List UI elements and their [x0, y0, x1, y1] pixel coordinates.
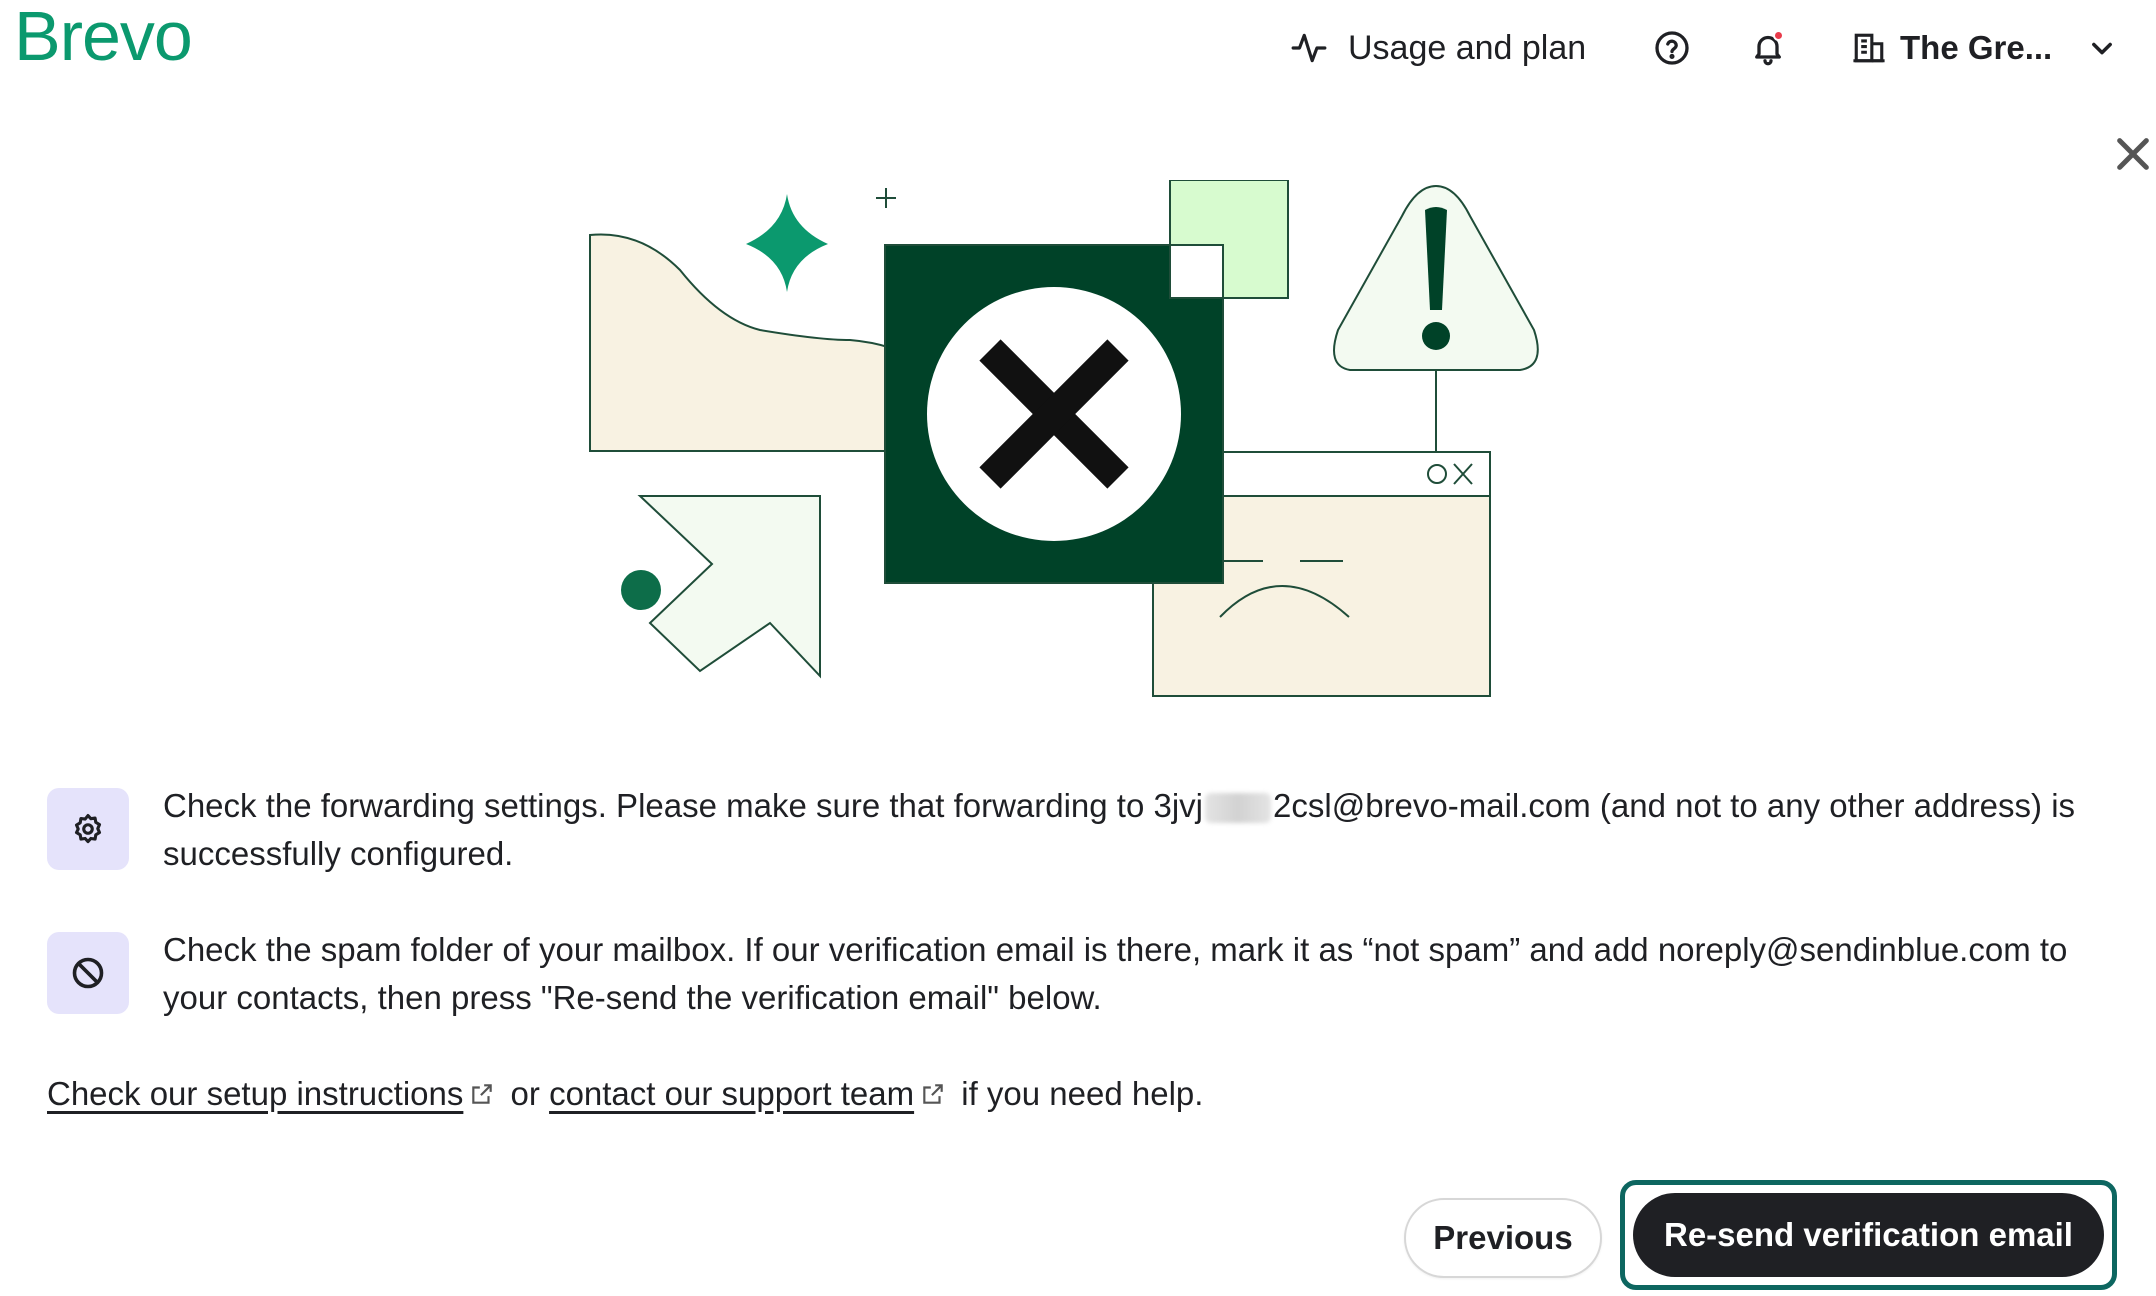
or-text: or — [501, 1075, 550, 1112]
building-icon — [1853, 33, 1885, 63]
resend-focus-ring: Re-send verification email — [1620, 1180, 2117, 1290]
external-link-icon — [923, 1084, 943, 1105]
chevron-down-icon — [2092, 42, 2113, 55]
resend-verification-button[interactable]: Re-send verification email — [1633, 1193, 2104, 1277]
help-button[interactable] — [1650, 26, 1694, 70]
external-link-icon — [472, 1084, 493, 1105]
usage-and-plan-label: Usage and plan — [1348, 28, 1587, 67]
check-forwarding-row: Check the forwarding settings. Please ma… — [47, 782, 2107, 878]
spam-tile — [47, 932, 129, 1014]
brevo-logo[interactable]: Brevo — [14, 0, 193, 72]
notification-dot — [1773, 30, 1784, 41]
setup-instructions-link[interactable]: Check our setup instructions — [47, 1075, 463, 1112]
activity-icon — [1291, 33, 1327, 63]
check-forwarding-text: Check the forwarding settings. Please ma… — [163, 782, 2107, 878]
usage-and-plan-link[interactable]: Usage and plan — [1290, 18, 1586, 78]
support-team-link[interactable]: contact our support team — [549, 1075, 914, 1112]
block-icon — [72, 957, 104, 989]
help-line: Check our setup instructions or contact … — [47, 1070, 1203, 1118]
previous-button[interactable]: Previous — [1404, 1198, 1602, 1278]
close-icon[interactable] — [2113, 134, 2153, 174]
verification-failed-illustration — [589, 180, 1539, 697]
check-spam-row: Check the spam folder of your mailbox. I… — [47, 926, 2107, 1022]
account-name: The Gre... — [1900, 29, 2053, 66]
redacted-address — [1205, 793, 1272, 824]
help-circle-icon — [1655, 31, 1689, 65]
help-suffix: if you need help. — [952, 1075, 1204, 1112]
forwarding-text-start: Check the forwarding settings. Please ma… — [163, 787, 1204, 824]
settings-tile — [47, 788, 129, 870]
gear-icon — [74, 813, 102, 844]
account-menu[interactable]: The Gre... — [1852, 18, 2116, 78]
notifications-button[interactable] — [1746, 26, 1790, 70]
check-spam-text: Check the spam folder of your mailbox. I… — [163, 931, 2068, 1016]
